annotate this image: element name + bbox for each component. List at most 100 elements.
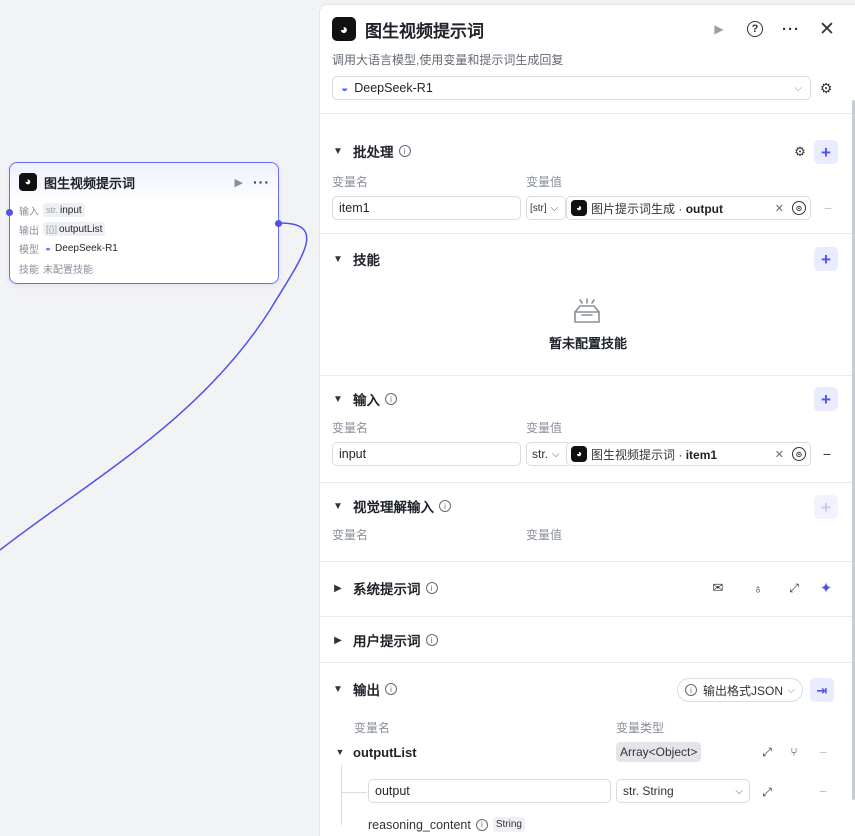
whale-icon: ◒ (45, 242, 52, 254)
variable-picker-icon[interactable]: ⊙ (792, 201, 806, 215)
clear-icon[interactable]: ✕ (775, 202, 784, 215)
divider (320, 662, 855, 663)
divider (320, 375, 855, 376)
expand-icon[interactable]: ⤢ (759, 744, 775, 760)
panel-header: ◕ 图生视频提示词 ▶ ? ··· ✕ (332, 17, 839, 41)
node-logo-icon: ◕ (571, 200, 587, 216)
chevron-down-icon: ⌵ (550, 202, 559, 214)
output-format-select[interactable]: i 输出格式JSON ⌵ (677, 678, 803, 702)
skills-add-button[interactable]: + (814, 247, 838, 271)
output-port[interactable] (275, 220, 282, 227)
info-icon: i (475, 818, 488, 831)
column-label: 变量名 (332, 421, 369, 435)
node-title: 图生视频提示词 (44, 175, 136, 191)
remove-row-button[interactable]: − (820, 446, 834, 462)
empty-box-icon (574, 298, 600, 323)
batch-settings-gear-icon[interactable]: ⚙ (792, 144, 808, 160)
section-system-prompt-header[interactable]: ▶ 系统提示词 i (332, 578, 438, 598)
connection-edge (0, 222, 308, 551)
node-row-model: 模型 ◒ DeepSeek-R1 (19, 242, 118, 256)
lightbulb-icon[interactable]: ♁ (750, 580, 766, 596)
section-user-prompt-header[interactable]: ▶ 用户提示词 i (332, 630, 438, 650)
chevron-down-icon: ▼ (333, 500, 343, 512)
tree-connector (341, 765, 342, 825)
section-skills-header[interactable]: ▼ 技能 (332, 249, 380, 269)
column-label: 变量类型 (616, 721, 665, 735)
column-label: 变量名 (332, 175, 369, 189)
input-ref-value[interactable]: ◕ 图生视频提示词 · item1 ✕ ⊙ (566, 442, 811, 466)
batch-add-button[interactable]: + (814, 140, 838, 164)
input-type-select[interactable]: str. ⌵ (526, 442, 568, 466)
info-icon: i (398, 145, 411, 157)
info-icon: i (439, 500, 451, 512)
play-icon[interactable]: ▶ (235, 176, 243, 189)
column-label: 变量值 (526, 421, 563, 435)
chevron-down-icon: ⌵ (787, 684, 795, 696)
vision-add-button[interactable]: + (814, 495, 838, 519)
input-add-button[interactable]: + (814, 387, 838, 411)
divider (320, 233, 855, 234)
expand-icon[interactable]: ⤢ (786, 580, 802, 596)
column-label: 变量值 (526, 528, 563, 542)
section-output-header[interactable]: ▼ 输出 i (332, 679, 397, 699)
prompt-library-icon[interactable]: ✉ (710, 580, 726, 596)
help-button[interactable]: ? (743, 17, 767, 41)
tree-connector (341, 792, 367, 793)
whale-icon: ◒ (341, 81, 349, 95)
output-child-type-select[interactable]: str. String ⌵ (616, 779, 750, 803)
batch-ref-value[interactable]: ◕ 图片提示词生成 · output ✕ ⊙ (566, 196, 811, 220)
chevron-right-icon: ▶ (334, 582, 342, 594)
add-child-icon[interactable]: ⑂ (786, 744, 802, 760)
column-label: 变量名 (354, 721, 391, 735)
node-logo-icon: ◕ (571, 446, 587, 462)
divider (320, 482, 855, 483)
output-list-row[interactable]: ▼ outputList (334, 742, 417, 762)
node-row-output: 输出 [{}] outputList (19, 222, 106, 237)
section-input-header[interactable]: ▼ 输入 i (332, 389, 397, 409)
ai-sparkle-icon[interactable]: ✦ (818, 580, 834, 597)
remove-row-button[interactable]: − (821, 200, 835, 216)
remove-row-button[interactable]: − (816, 783, 830, 799)
chevron-down-icon: ▼ (333, 253, 343, 265)
info-icon: i (425, 582, 438, 594)
info-icon: i (385, 393, 397, 405)
batch-type-select[interactable]: [str] ⌵ (526, 196, 566, 220)
output-import-button[interactable]: ⇥ (810, 678, 834, 702)
input-var-name-input[interactable]: input (332, 442, 521, 466)
chevron-down-icon: ⌵ (552, 448, 560, 460)
reasoning-content-row: reasoning_content i String (368, 817, 525, 832)
more-button[interactable]: ··· (779, 17, 803, 41)
model-select[interactable]: ◒ DeepSeek-R1 ⌵ (332, 76, 811, 100)
chevron-down-icon: ⌵ (735, 785, 743, 797)
clear-icon[interactable]: ✕ (775, 448, 784, 461)
close-button[interactable]: ✕ (815, 17, 839, 41)
node-config-panel: ◕ 图生视频提示词 ▶ ? ··· ✕ 调用大语言模型,使用变量和提示词生成回复… (319, 4, 855, 836)
column-label: 变量值 (526, 175, 563, 189)
chevron-down-icon: ⌵ (794, 82, 802, 94)
remove-row-button[interactable]: − (816, 744, 830, 760)
type-badge: String (492, 817, 525, 832)
column-label: 变量名 (332, 528, 369, 542)
skills-empty-text: 暂未配置技能 (548, 336, 627, 351)
chevron-down-icon: ▼ (333, 145, 343, 157)
divider (320, 616, 855, 617)
panel-description: 调用大语言模型,使用变量和提示词生成回复 (332, 53, 564, 67)
node-row-input: 输入 str. input (19, 203, 85, 218)
variable-picker-icon[interactable]: ⊙ (792, 447, 806, 461)
info-icon: i (385, 683, 397, 695)
chevron-down-icon: ▼ (333, 683, 343, 695)
more-icon[interactable]: ··· (253, 174, 270, 190)
run-button[interactable]: ▶ (707, 17, 731, 41)
section-vision-header[interactable]: ▼ 视觉理解输入 i (332, 496, 451, 516)
chevron-right-icon: ▶ (334, 634, 342, 646)
batch-var-name-input[interactable]: item1 (332, 196, 521, 220)
divider (320, 561, 855, 562)
node-logo-icon: ◕ (332, 17, 356, 41)
input-port[interactable] (6, 209, 13, 216)
section-batch-header[interactable]: ▼ 批处理 i (332, 141, 411, 161)
info-icon: i (685, 684, 697, 696)
model-settings-gear-icon[interactable]: ⚙ (818, 80, 834, 96)
expand-icon[interactable]: ⤢ (759, 784, 775, 800)
workflow-node-card[interactable]: ◕ 图生视频提示词 ▶ ··· 输入 str. input 输出 [{}] outp… (6, 162, 282, 284)
output-child-name-input[interactable]: output (368, 779, 611, 803)
